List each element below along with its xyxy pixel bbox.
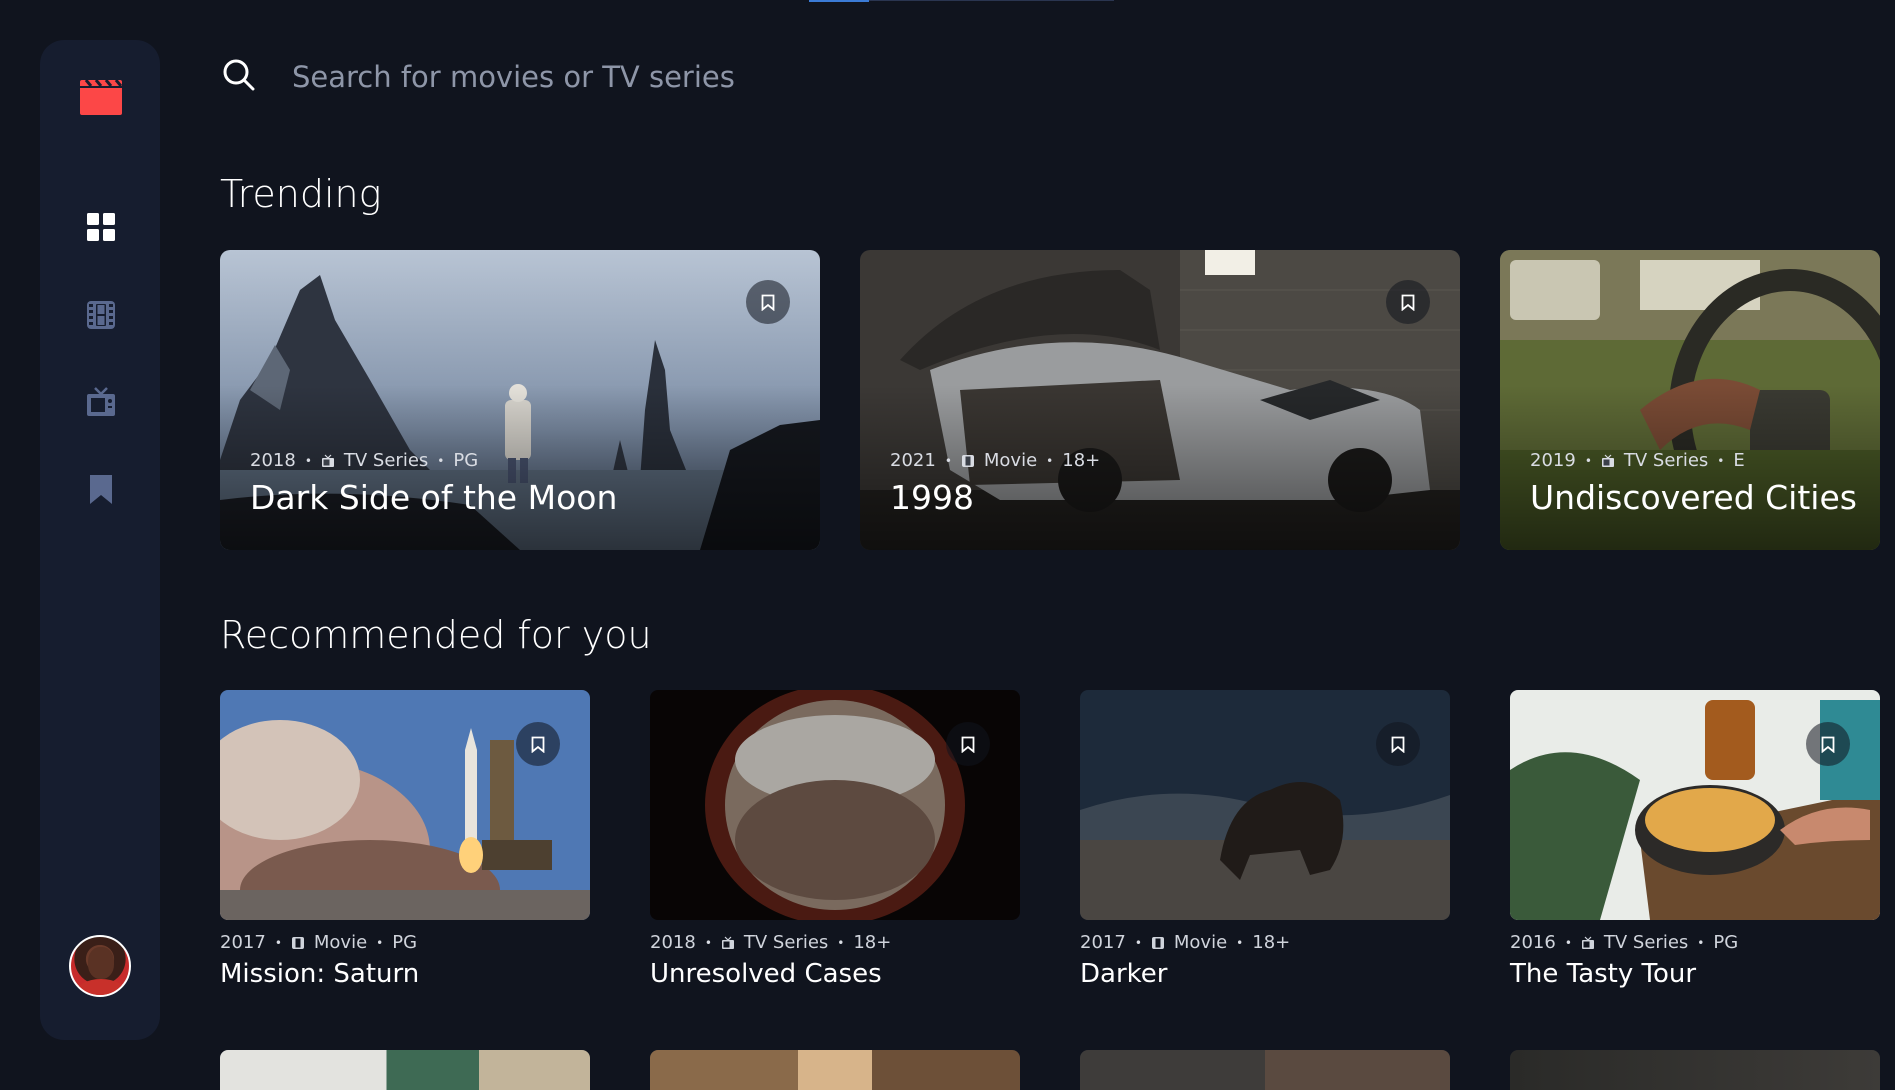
recommended-thumbnail[interactable] [650, 690, 1020, 920]
card-category: TV Series [743, 932, 829, 953]
bookmark-outline-icon [1401, 294, 1415, 311]
film-icon[interactable] [85, 299, 117, 331]
recommended-thumbnail-partial[interactable] [220, 1050, 590, 1090]
card-meta: 2018 • TV Series • PG [250, 450, 478, 471]
recommended-card[interactable]: 2016 • TV Series • PG The Tasty Tour [1510, 690, 1880, 989]
card-category: Movie [1173, 932, 1228, 953]
card-year: 2018 [650, 932, 696, 953]
section-title-recommended: Recommended for you [220, 613, 652, 657]
meta-separator: • [274, 935, 282, 950]
card-title: Darker [1080, 959, 1168, 989]
card-rating: 18+ [853, 932, 892, 953]
card-title: 1998 [890, 478, 974, 517]
card-rating: PG [1713, 932, 1739, 953]
card-year: 2016 [1510, 932, 1556, 953]
bookmark-button[interactable] [1376, 722, 1420, 766]
meta-separator: • [1564, 935, 1572, 950]
card-meta: 2017 • Movie • 18+ [1080, 932, 1450, 953]
card-title: Undiscovered Cities [1530, 478, 1857, 517]
recommended-thumbnail-partial[interactable] [1510, 1050, 1880, 1090]
bookmark-outline-icon [531, 736, 545, 753]
sidebar [40, 40, 160, 1040]
card-title: Mission: Saturn [220, 959, 420, 989]
card-meta: 2016 • TV Series • PG [1510, 932, 1880, 953]
card-year: 2017 [1080, 932, 1126, 953]
card-rating: 18+ [1062, 450, 1101, 471]
home-grid-icon[interactable] [85, 211, 117, 243]
card-rating: 18+ [1252, 932, 1291, 953]
card-title: The Tasty Tour [1510, 959, 1697, 989]
meta-separator: • [304, 453, 312, 468]
avatar[interactable] [69, 935, 131, 997]
bookmark-button[interactable] [1806, 722, 1850, 766]
bookmark-icon[interactable] [85, 473, 117, 505]
card-title: Dark Side of the Moon [250, 478, 618, 517]
meta-separator: • [376, 935, 384, 950]
bookmark-button[interactable] [746, 280, 790, 324]
card-title: Unresolved Cases [650, 959, 882, 989]
trending-card[interactable]: 2018 • TV Series • PG Dark Side of the M… [220, 250, 820, 550]
card-year: 2017 [220, 932, 266, 953]
movie-category-icon [1151, 936, 1164, 949]
top-active-indicator [809, 0, 869, 2]
meta-separator: • [704, 935, 712, 950]
card-year: 2021 [890, 450, 936, 471]
clapperboard-logo-icon[interactable] [80, 80, 122, 115]
card-category: Movie [313, 932, 368, 953]
card-meta: 2021 • Movie • 18+ [890, 450, 1100, 471]
meta-separator: • [1584, 453, 1592, 468]
avatar-shirt [75, 979, 127, 995]
bookmark-outline-icon [761, 294, 775, 311]
tv-icon[interactable] [85, 386, 117, 418]
tv-category-icon [721, 936, 734, 949]
bookmark-outline-icon [1391, 736, 1405, 753]
tv-category-icon [321, 454, 334, 467]
tv-category-icon [1601, 454, 1614, 467]
meta-separator: • [1046, 453, 1054, 468]
card-meta: 2018 • TV Series • 18+ [650, 932, 1020, 953]
meta-separator: • [437, 453, 445, 468]
card-rating: PG [453, 450, 479, 471]
recommended-thumbnail[interactable] [220, 690, 590, 920]
bookmark-button[interactable] [1386, 280, 1430, 324]
movie-category-icon [961, 454, 974, 467]
card-year: 2018 [250, 450, 296, 471]
card-rating: PG [392, 932, 418, 953]
recommended-thumbnail-partial[interactable] [650, 1050, 1020, 1090]
meta-separator: • [1697, 935, 1705, 950]
recommended-card[interactable]: 2017 • Movie • 18+ Darker [1080, 690, 1450, 989]
card-category: TV Series [1623, 450, 1709, 471]
recommended-thumbnail[interactable] [1080, 690, 1450, 920]
bookmark-button[interactable] [516, 722, 560, 766]
search-input[interactable] [292, 52, 1192, 102]
card-year: 2019 [1530, 450, 1576, 471]
card-meta: 2017 • Movie • PG [220, 932, 590, 953]
meta-separator: • [837, 935, 845, 950]
meta-separator: • [944, 453, 952, 468]
search-icon [223, 59, 255, 91]
trending-card[interactable]: 2021 • Movie • 18+ 1998 [860, 250, 1460, 550]
recommended-card[interactable]: 2017 • Movie • PG Mission: Saturn [220, 690, 590, 989]
trending-card[interactable]: 2019 • TV Series • E Undiscovered Cities [1500, 250, 1880, 550]
movie-category-icon [291, 936, 304, 949]
bookmark-button[interactable] [946, 722, 990, 766]
recommended-thumbnail[interactable] [1510, 690, 1880, 920]
meta-separator: • [1236, 935, 1244, 950]
meta-separator: • [1717, 453, 1725, 468]
bookmark-outline-icon [1821, 736, 1835, 753]
card-category: TV Series [1603, 932, 1689, 953]
recommended-card[interactable]: 2018 • TV Series • 18+ Unresolved Cases [650, 690, 1020, 989]
avatar-face [88, 947, 114, 979]
card-category: TV Series [343, 450, 429, 471]
recommended-thumbnail-partial[interactable] [1080, 1050, 1450, 1090]
tv-category-icon [1581, 936, 1594, 949]
section-title-trending: Trending [220, 172, 382, 216]
meta-separator: • [1134, 935, 1142, 950]
card-meta: 2019 • TV Series • E [1530, 450, 1745, 471]
card-rating: E [1733, 450, 1745, 471]
card-category: Movie [983, 450, 1038, 471]
bookmark-outline-icon [961, 736, 975, 753]
